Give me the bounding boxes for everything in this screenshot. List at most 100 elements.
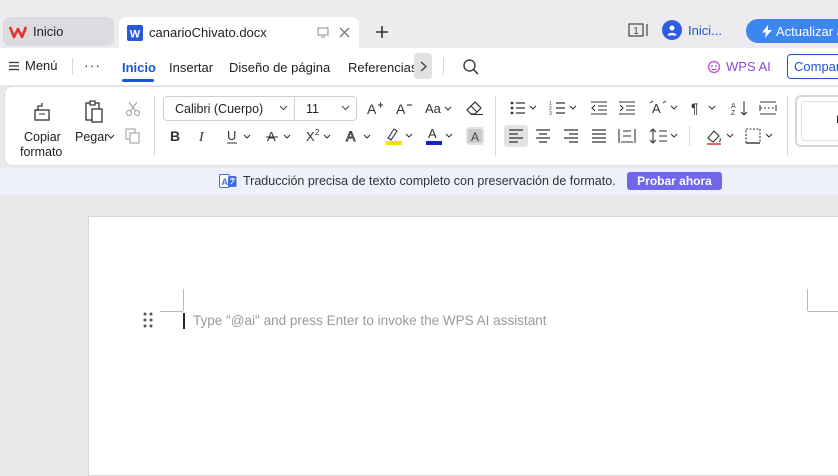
more-icon[interactable]: ···	[84, 57, 101, 73]
sort-icon[interactable]: AZ	[730, 98, 750, 118]
highlight-color-icon[interactable]	[384, 125, 414, 147]
font-size-select[interactable]: 11	[294, 96, 357, 121]
svg-text:I: I	[198, 130, 205, 144]
ai-placeholder[interactable]: Type "@ai" and press Enter to invoke the…	[193, 313, 546, 328]
svg-text:A: A	[396, 101, 406, 116]
distributed-align-icon[interactable]	[617, 126, 637, 146]
tab-document-label: canarioChivato.docx	[149, 25, 267, 40]
paste-label[interactable]: Pegar	[75, 130, 108, 144]
margin-marker	[160, 311, 183, 312]
menu-bar: Menú ··· Inicio Insertar Diseño de págin…	[0, 48, 838, 85]
style-preview: I	[801, 101, 838, 141]
borders-icon[interactable]	[744, 126, 776, 146]
document-page[interactable]	[88, 216, 838, 476]
italic-icon[interactable]: I	[194, 126, 212, 146]
align-center-icon[interactable]	[533, 126, 553, 146]
tabs-scroll-right-button[interactable]	[414, 53, 432, 79]
user-account[interactable]: Inici...	[662, 20, 722, 40]
hamburger-icon	[9, 61, 19, 70]
line-spacing-icon[interactable]	[648, 126, 680, 146]
wps-ai-label: WPS AI	[726, 59, 771, 74]
upgrade-label: Actualizar a	[776, 23, 838, 39]
grow-font-icon[interactable]: A	[365, 98, 385, 118]
svg-text:A: A	[222, 177, 229, 187]
paste-icon[interactable]	[82, 100, 106, 124]
svg-text:A: A	[652, 101, 661, 116]
svg-text:2: 2	[315, 128, 320, 137]
window-layout-icon[interactable]: 1	[628, 22, 650, 38]
shading-icon[interactable]	[704, 125, 736, 147]
svg-text:Z: Z	[731, 110, 736, 116]
new-tab-button[interactable]	[372, 22, 392, 42]
user-label: Inici...	[688, 22, 722, 38]
svg-text:A: A	[428, 126, 437, 141]
margin-marker	[183, 289, 184, 311]
divider	[72, 58, 73, 75]
svg-text:A: A	[367, 101, 377, 116]
clear-format-icon[interactable]	[465, 98, 485, 118]
tab-inicio[interactable]: Inicio	[122, 60, 156, 75]
divider	[495, 96, 496, 156]
close-tab-icon[interactable]	[339, 27, 350, 38]
tab-home[interactable]: Inicio	[3, 17, 114, 46]
search-icon[interactable]	[462, 58, 480, 76]
bullets-icon[interactable]	[508, 98, 540, 118]
character-shading-icon[interactable]: A	[466, 127, 484, 145]
tab-referencias[interactable]: Referencias	[348, 60, 417, 75]
change-case-icon[interactable]: Aa	[423, 98, 453, 118]
avatar-icon	[662, 20, 682, 40]
divider	[787, 96, 788, 156]
tab-insertar[interactable]: Insertar	[169, 60, 213, 75]
shrink-font-icon[interactable]: A	[394, 98, 414, 118]
format-painter-icon[interactable]	[30, 100, 54, 124]
decrease-indent-icon[interactable]	[589, 98, 609, 118]
tab-document[interactable]: W canarioChivato.docx	[119, 17, 359, 48]
svg-text:W: W	[130, 28, 141, 40]
lightning-icon	[762, 24, 772, 38]
styles-gallery[interactable]: I	[795, 95, 838, 147]
svg-text:X: X	[306, 129, 315, 144]
plus-icon	[376, 26, 388, 38]
chevron-right-icon	[420, 60, 427, 72]
svg-text:A: A	[346, 128, 356, 144]
svg-text:A: A	[731, 103, 736, 110]
svg-text:B: B	[170, 128, 180, 144]
monitor-icon[interactable]	[317, 27, 329, 38]
upgrade-button[interactable]: Actualizar a	[746, 19, 838, 43]
divider	[154, 96, 155, 156]
cut-icon[interactable]	[123, 99, 143, 119]
strikethrough-icon[interactable]: A	[264, 126, 294, 146]
text-effects-icon[interactable]: A	[344, 126, 374, 146]
paste-dropdown-icon[interactable]	[106, 130, 116, 142]
try-now-button[interactable]: Probar ahora	[627, 172, 722, 190]
character-spacing-icon[interactable]: A	[648, 98, 680, 118]
bold-icon[interactable]: B	[166, 126, 184, 146]
font-size-value: 11	[306, 101, 319, 116]
align-right-icon[interactable]	[561, 126, 581, 146]
tab-diseno-pagina[interactable]: Diseño de página	[229, 60, 330, 75]
share-button[interactable]: Compart	[787, 54, 838, 79]
show-hide-icon[interactable]	[758, 98, 778, 118]
justify-icon[interactable]	[589, 126, 609, 146]
svg-text:3: 3	[549, 111, 552, 116]
font-color-icon[interactable]: A	[424, 125, 454, 147]
numbering-icon[interactable]: 123	[548, 98, 580, 118]
superscript-icon[interactable]: X2	[304, 126, 334, 146]
wps-ai-button[interactable]: WPS AI	[707, 59, 771, 74]
paragraph-mark-icon[interactable]: ¶	[689, 98, 719, 118]
increase-indent-icon[interactable]	[617, 98, 637, 118]
copy-format-label-2[interactable]: formato	[20, 145, 62, 159]
svg-text:Aa: Aa	[425, 101, 442, 116]
copy-format-label[interactable]: Copiar	[24, 130, 61, 144]
margin-marker	[807, 289, 808, 311]
align-left-icon[interactable]	[504, 125, 528, 147]
wps-logo-icon	[9, 25, 27, 39]
underline-icon[interactable]: U	[224, 126, 254, 146]
title-bar: Inicio W canarioChivato.docx 1 Inici... …	[0, 0, 838, 48]
wps-ai-icon	[707, 60, 721, 73]
font-name-select[interactable]: Calibri (Cuerpo)	[163, 96, 295, 121]
copy-icon[interactable]	[123, 126, 143, 146]
menu-button[interactable]: Menú	[9, 58, 58, 73]
drag-handle-icon[interactable]	[143, 312, 153, 328]
svg-text:1: 1	[633, 26, 639, 37]
